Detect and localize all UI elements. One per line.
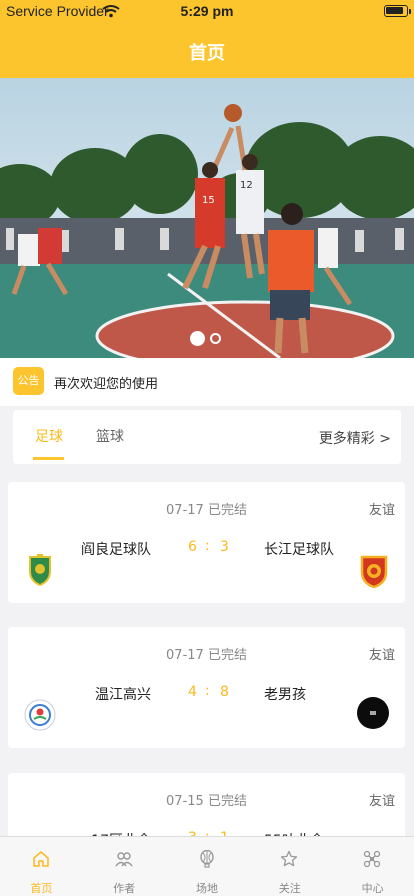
home-score: 4 — [188, 684, 197, 700]
battery-tip — [409, 9, 411, 14]
star-icon — [281, 850, 298, 867]
category-tabs: 足球 篮球 更多精彩 > — [13, 410, 401, 464]
match-status: 07-17 已完结 — [166, 503, 247, 518]
match-status: 07-15 已完结 — [166, 794, 247, 809]
home-icon — [33, 851, 49, 867]
carousel-dot-active[interactable] — [190, 331, 205, 346]
tab-label: 首页 — [30, 882, 53, 895]
nav-bar: 首页 — [0, 24, 414, 78]
match-card[interactable]: 07-17 已完结 友谊 阎良足球队 6 : 3 长江足球队 — [8, 482, 405, 603]
more-link[interactable]: 更多精彩 > — [319, 428, 391, 448]
tab-basketball[interactable]: 篮球 — [96, 426, 124, 446]
away-team-name: 老男孩 — [264, 687, 306, 703]
battery-icon — [384, 5, 408, 17]
tab-label: 作者 — [113, 882, 136, 895]
page-title: 首页 — [189, 43, 225, 64]
match-tag: 友谊 — [368, 648, 395, 663]
tab-football[interactable]: 足球 — [35, 426, 63, 446]
away-score: 3 — [220, 539, 229, 555]
bottom-tab-bar: 首页 作者 场地 关注 中心 — [0, 836, 414, 896]
banner-carousel[interactable]: 15 12 — [0, 78, 414, 358]
match-tag: 友谊 — [368, 794, 395, 809]
tab-label: 场地 — [195, 882, 218, 895]
tab-author[interactable]: 作者 — [83, 837, 166, 896]
banner-image: 15 12 — [0, 78, 414, 358]
score-separator: : — [205, 683, 210, 699]
drone-icon — [364, 850, 381, 868]
jersey-number-a: 15 — [202, 195, 215, 206]
tab-center[interactable]: 中心 — [331, 837, 414, 896]
tab-label: 关注 — [278, 882, 301, 895]
people-icon — [115, 852, 133, 867]
away-team-name: 长江足球队 — [264, 542, 334, 558]
tab-venue[interactable]: 场地 — [166, 837, 249, 896]
home-score: 6 — [188, 539, 197, 555]
match-tag: 友谊 — [368, 503, 395, 518]
tab-label: 中心 — [361, 882, 384, 895]
active-tab-indicator — [33, 457, 64, 460]
carousel-dot[interactable] — [210, 333, 221, 344]
home-team-name: 阎良足球队 — [81, 542, 151, 558]
jersey-number-b: 12 — [240, 180, 253, 191]
away-team-logo-icon — [357, 697, 389, 729]
notice-text: 再次欢迎您的使用 — [54, 377, 159, 392]
match-card[interactable]: 07-17 已完结 友谊 温江高兴 4 : 8 老男孩 — [8, 627, 405, 748]
clock: 5:29 pm — [180, 3, 234, 19]
match-status: 07-17 已完结 — [166, 648, 247, 663]
notice-bar[interactable]: 公告 再次欢迎您的使用 — [0, 358, 414, 406]
balloon-icon — [199, 850, 214, 868]
away-team-logo-icon — [360, 555, 388, 588]
notice-badge: 公告 — [13, 367, 44, 395]
home-team-logo-icon — [29, 554, 51, 586]
home-team-logo-icon — [24, 699, 56, 731]
score-separator: : — [205, 538, 210, 554]
status-bar: Service Provider 5:29 pm — [0, 0, 414, 24]
tab-home[interactable]: 首页 — [0, 837, 83, 896]
home-team-name: 温江高兴 — [95, 687, 151, 703]
away-score: 8 — [220, 684, 229, 700]
tab-follow[interactable]: 关注 — [248, 837, 331, 896]
